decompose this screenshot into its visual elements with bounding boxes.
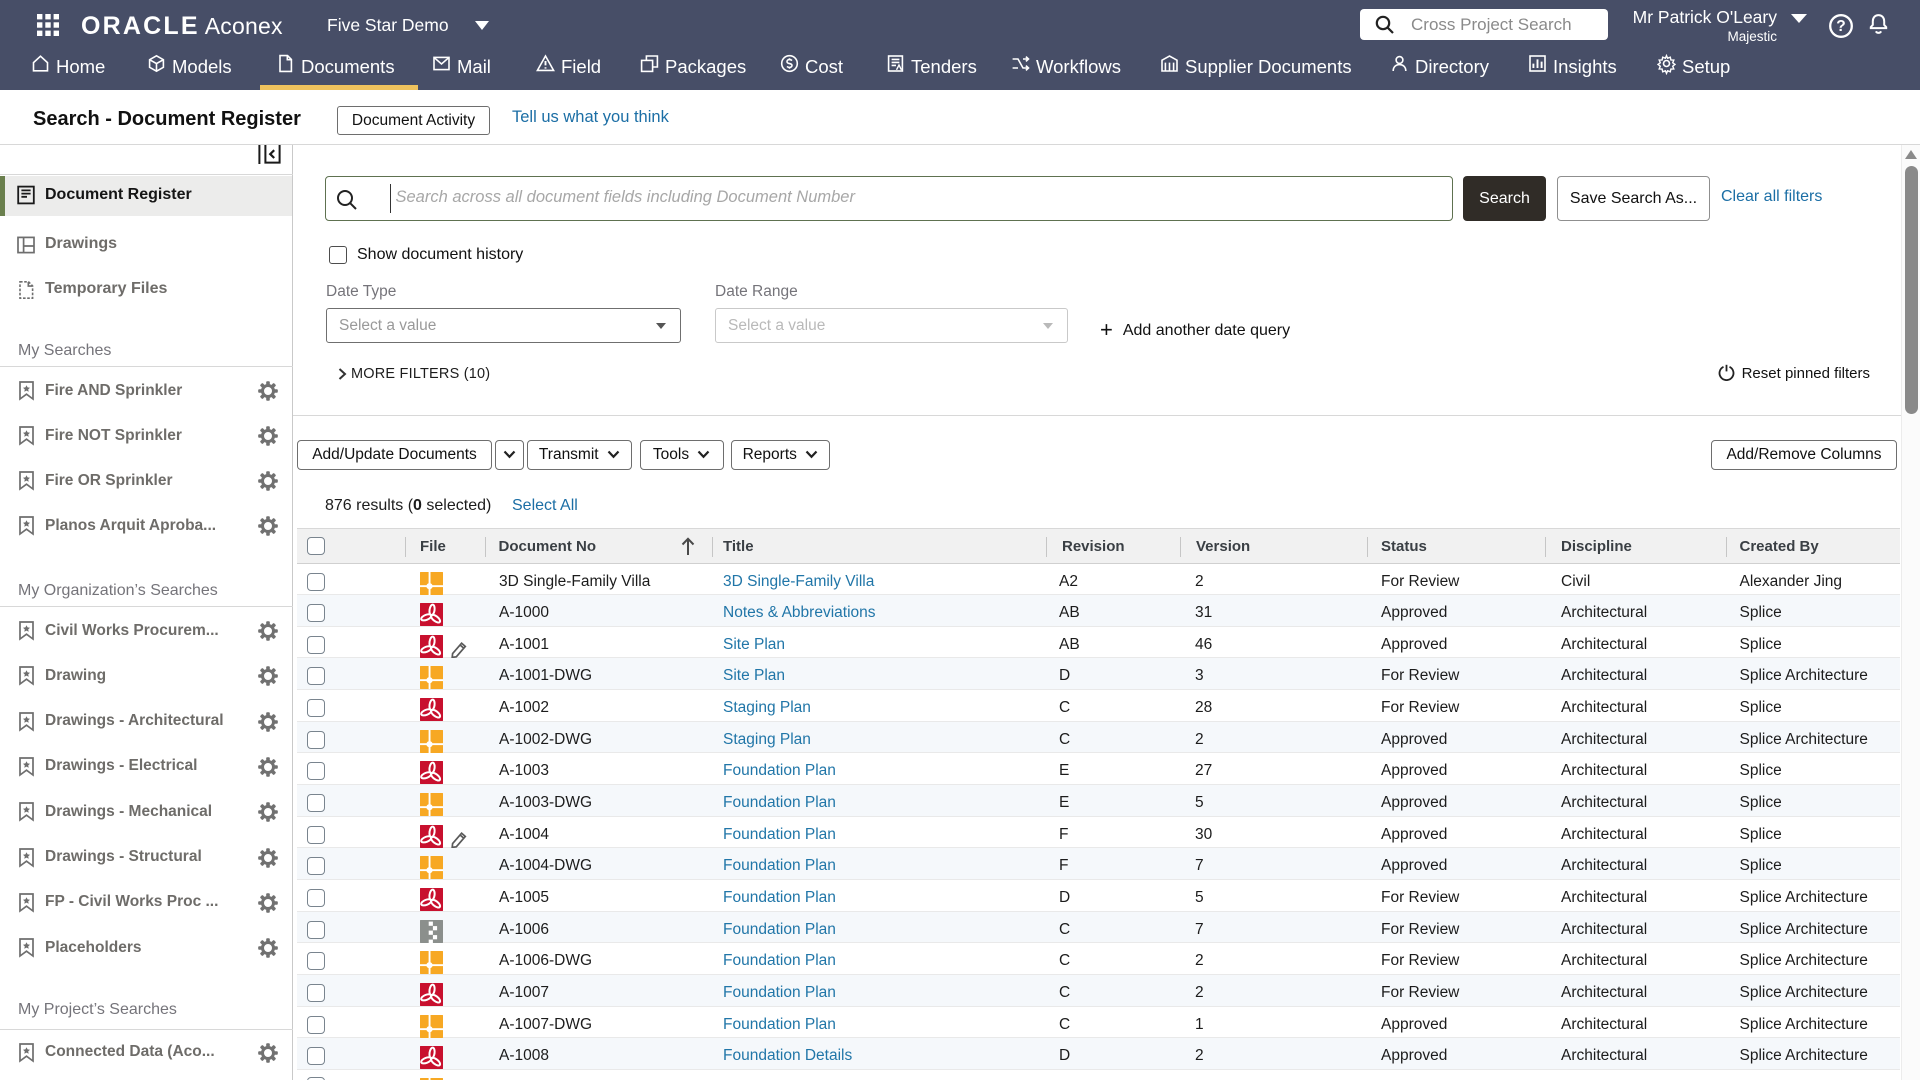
svg-text:?: ? [1836,18,1845,35]
